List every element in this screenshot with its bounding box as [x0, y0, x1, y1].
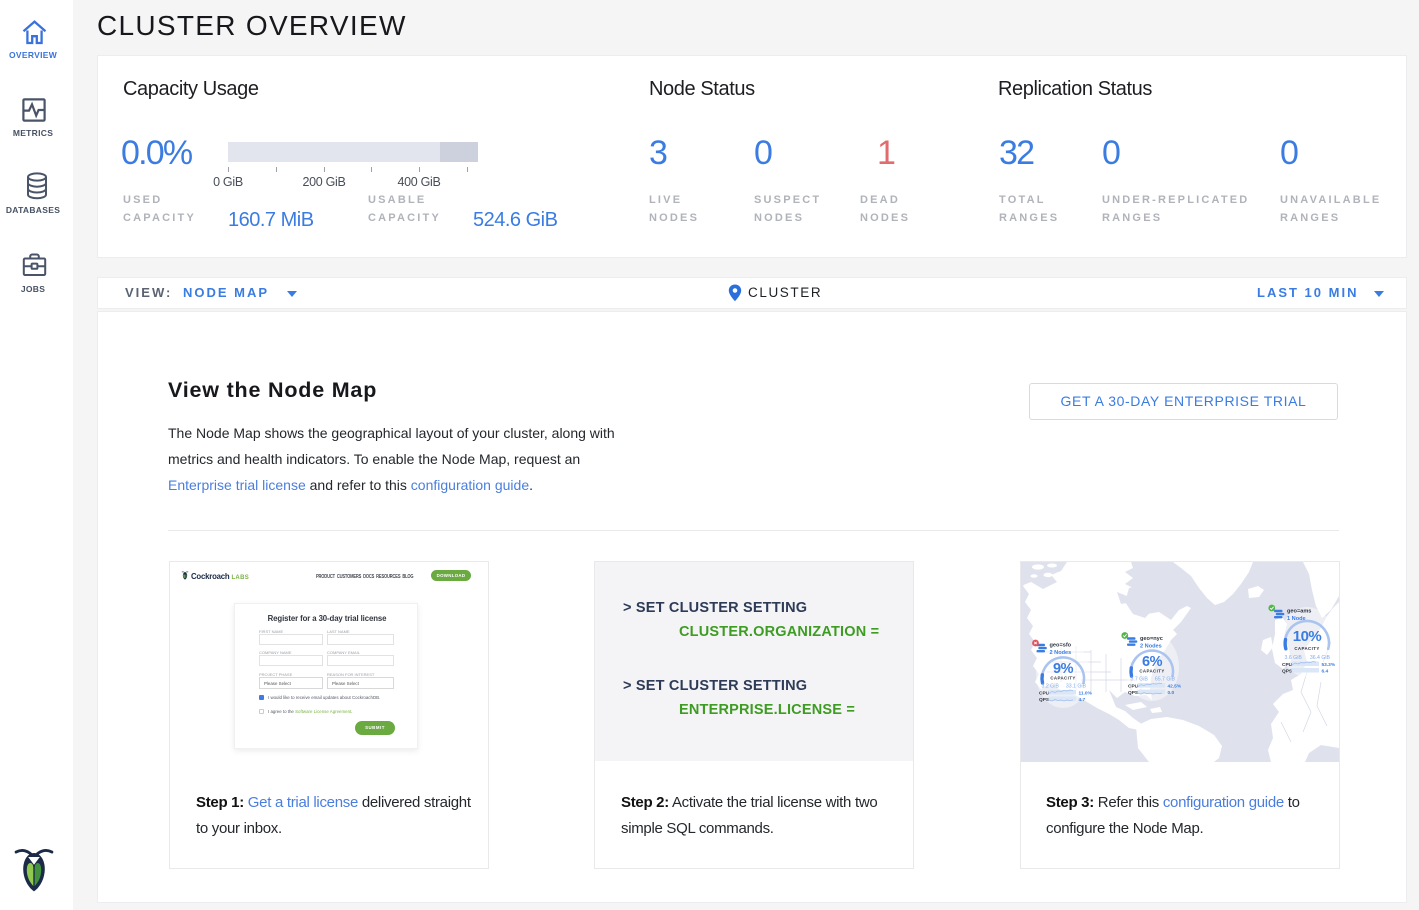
svg-text:QPS: QPS — [1282, 669, 1293, 675]
svg-text:2 Nodes: 2 Nodes — [1050, 650, 1072, 656]
svg-text:CAPACITY: CAPACITY — [1294, 646, 1319, 651]
svg-text:QPS: QPS — [1128, 690, 1139, 696]
svg-text:3.2 GiB: 3.2 GiB — [1042, 684, 1060, 690]
svg-text:geo=sfo: geo=sfo — [1050, 643, 1072, 649]
svg-text:0.0: 0.0 — [1168, 690, 1175, 696]
svg-text:33.1 GiB: 33.1 GiB — [1066, 684, 1087, 690]
svg-text:3.7 GiB: 3.7 GiB — [1131, 677, 1149, 683]
svg-text:1 Node: 1 Node — [1287, 616, 1306, 622]
svg-text:65.7 GiB: 65.7 GiB — [1155, 677, 1176, 683]
svg-text:11.0%: 11.0% — [1079, 691, 1093, 697]
svg-text:QPS: QPS — [1039, 697, 1050, 703]
svg-text:53.3%: 53.3% — [1322, 662, 1336, 668]
svg-text:CAPACITY: CAPACITY — [1139, 669, 1164, 674]
svg-text:CPU: CPU — [1039, 691, 1050, 697]
svg-text:42.5%: 42.5% — [1168, 684, 1182, 690]
svg-text:3.6 GiB: 3.6 GiB — [1285, 655, 1303, 661]
svg-text:4.7: 4.7 — [1079, 697, 1086, 703]
svg-text:geo=nyc: geo=nyc — [1140, 636, 1163, 642]
svg-text:CAPACITY: CAPACITY — [1050, 676, 1075, 681]
svg-text:2 Nodes: 2 Nodes — [1140, 643, 1162, 649]
svg-text:CPU: CPU — [1282, 662, 1293, 668]
svg-text:CPU: CPU — [1128, 684, 1139, 690]
svg-text:36.4 GiB: 36.4 GiB — [1310, 655, 1331, 661]
svg-text:geo=ams: geo=ams — [1287, 609, 1311, 615]
svg-text:6.4: 6.4 — [1322, 669, 1329, 675]
svg-text:10%: 10% — [1293, 628, 1322, 645]
